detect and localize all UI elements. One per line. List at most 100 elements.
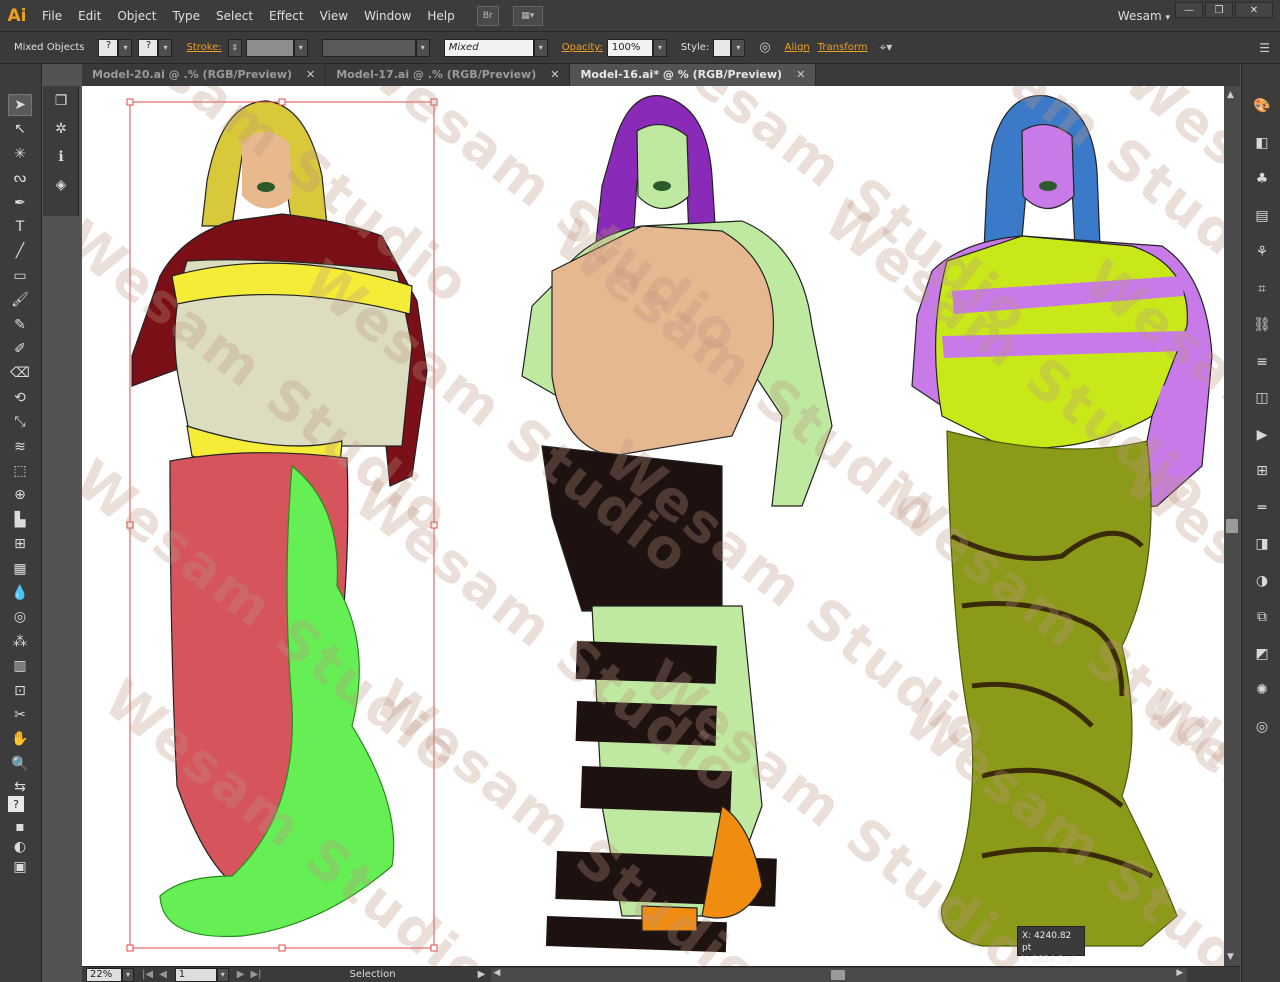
selection-handle[interactable] [126,521,134,529]
selection-handle[interactable] [278,944,286,952]
symbol-sprayer-tool-icon[interactable]: ⁂ [8,631,32,653]
chevron-down-icon[interactable]: ▾ [293,38,308,57]
graphic-styles-panel-icon[interactable]: ◩ [1251,644,1273,664]
next-artboard-icon[interactable]: ▶ [237,969,245,980]
scroll-thumb[interactable] [1226,519,1238,533]
fill-swatch[interactable]: ? [98,38,119,57]
pencil-tool-icon[interactable]: ✎ [8,314,32,336]
appearance-panel-icon[interactable]: ⧉ [1251,607,1273,627]
navigator-panel-icon[interactable]: ◎ [1251,717,1273,737]
menu-window[interactable]: Window [356,0,419,32]
restore-button[interactable]: ❐ [1205,2,1233,18]
line-tool-icon[interactable]: ╱ [8,240,32,262]
close-window-button[interactable]: ✕ [1235,2,1273,18]
opacity-input[interactable]: 100% [606,38,653,57]
color-modes-icon[interactable]: ▪ [8,816,32,838]
bridge-button[interactable]: Br [476,5,499,26]
minimize-button[interactable]: — [1175,2,1203,18]
direct-selection-tool-icon[interactable]: ↖ [8,118,32,140]
gradient-panel-icon[interactable]: ◨ [1251,534,1273,554]
rotate-tool-icon[interactable]: ⟲ [8,387,32,409]
pathfinder-panel-icon[interactable]: ◫ [1251,388,1273,408]
recolor-artwork-icon[interactable]: ◎ [759,40,770,55]
layers-panel-icon[interactable]: ◈ [49,174,73,196]
document-tab[interactable]: Model-17.ai @ .% (RGB/Preview) ✕ [326,64,571,86]
menu-view[interactable]: View [312,0,356,32]
status-menu-icon[interactable]: ▶ [478,969,486,980]
free-transform-tool-icon[interactable]: ⬚ [8,460,32,482]
fill-swatch-icon[interactable]: ? [8,796,24,812]
selection-handle[interactable] [126,98,134,106]
width-tool-icon[interactable]: ≋ [8,436,32,458]
previous-artboard-icon[interactable]: ◀ [159,969,167,980]
scroll-down-icon[interactable]: ▼ [1227,952,1234,962]
stroke-weight-input[interactable] [245,38,294,57]
user-menu[interactable]: Wesam ▾ [1118,0,1170,34]
horizontal-scrollbar[interactable]: ◀ ▶ [491,967,1188,982]
artboard-tool-icon[interactable]: ⊡ [8,680,32,702]
scroll-left-icon[interactable]: ◀ [493,968,500,978]
magic-wand-tool-icon[interactable]: ✳ [8,143,32,165]
close-tab-icon[interactable]: ✕ [306,68,315,81]
artboard-canvas[interactable]: Wesam StudioWesam StudioWesam StudioWesa… [82,86,1224,966]
artboard-number-field[interactable]: 1 [174,967,217,982]
info-panel-icon[interactable]: ℹ [49,146,73,168]
menu-type[interactable]: Type [164,0,208,32]
panel-menu-icon[interactable]: ☰ [1259,41,1270,55]
slice-tool-icon[interactable]: ✂ [8,704,32,726]
artboards-panel-icon[interactable]: ❐ [49,90,73,112]
menu-file[interactable]: File [34,0,70,32]
brushes-panel-icon[interactable]: ▤ [1251,206,1273,226]
selection-handle[interactable] [278,98,286,106]
opacity-label[interactable]: Opacity: [562,42,603,53]
image-trace-panel-icon[interactable]: ✺ [1251,680,1273,700]
shape-builder-tool-icon[interactable]: ⊕ [8,484,32,506]
scroll-right-icon[interactable]: ▶ [1176,968,1183,978]
symbols-panel-icon[interactable]: ⚘ [1251,242,1273,262]
chevron-down-icon[interactable]: ▾ [118,38,133,57]
graphic-style-swatch[interactable] [713,38,732,57]
transform-link[interactable]: Transform [818,42,868,53]
column-graph-tool-icon[interactable]: ▥ [8,655,32,677]
rectangle-tool-icon[interactable]: ▭ [8,265,32,287]
isolate-group-icon[interactable]: ⌖▾ [880,40,893,55]
stroke-label[interactable]: Stroke: [186,42,221,53]
brush-definition-field[interactable]: Mixed [443,38,534,57]
stroke-weight-stepper[interactable]: ⇕ [227,38,242,57]
menu-select[interactable]: Select [208,0,261,32]
hscroll-thumb[interactable] [831,969,846,980]
hand-tool-icon[interactable]: ✋ [8,728,32,750]
links-panel-icon[interactable]: ⛓ [1251,315,1273,335]
menu-edit[interactable]: Edit [70,0,109,32]
chevron-down-icon[interactable]: ▾ [415,38,430,57]
menu-effect[interactable]: Effect [261,0,312,32]
chevron-down-icon[interactable]: ▾ [122,967,134,982]
pen-tool-icon[interactable]: ✒ [8,192,32,214]
color-guide-panel-icon[interactable]: ◧ [1251,133,1273,153]
scale-tool-icon[interactable]: ⤡ [8,411,32,433]
align-link[interactable]: Align [785,42,810,53]
gradient-tool-icon[interactable]: ▦ [8,558,32,580]
close-tab-icon[interactable]: ✕ [796,68,805,81]
type-tool-icon[interactable]: T [8,216,32,238]
draw-mode-icon[interactable]: ◐ [8,836,32,858]
color-panel-icon[interactable]: 🎨 [1251,96,1273,116]
last-artboard-icon[interactable]: ▶| [250,969,261,980]
selection-handle[interactable] [430,521,438,529]
fill-stroke-swap-icon[interactable]: ⇆ [8,776,32,798]
scroll-up-icon[interactable]: ▲ [1227,90,1234,100]
close-tab-icon[interactable]: ✕ [550,68,559,81]
actions-panel-icon[interactable]: ▶ [1251,425,1273,445]
transform-panel-icon[interactable]: ⌗ [1251,279,1273,299]
selection-handle[interactable] [430,98,438,106]
document-info-panel-icon[interactable]: ⊞ [1251,461,1273,481]
variable-width-profile[interactable] [321,38,416,57]
zoom-field[interactable]: 22% [86,967,122,982]
zoom-tool-icon[interactable]: 🔍 [8,753,32,775]
stroke-swatch[interactable]: ? [138,38,159,57]
chevron-down-icon[interactable]: ▾ [216,967,229,982]
transparency-panel-icon[interactable]: ◑ [1251,571,1273,591]
perspective-grid-tool-icon[interactable]: ▙ [8,509,32,531]
blob-brush-tool-icon[interactable]: ✐ [8,338,32,360]
menu-object[interactable]: Object [109,0,164,32]
